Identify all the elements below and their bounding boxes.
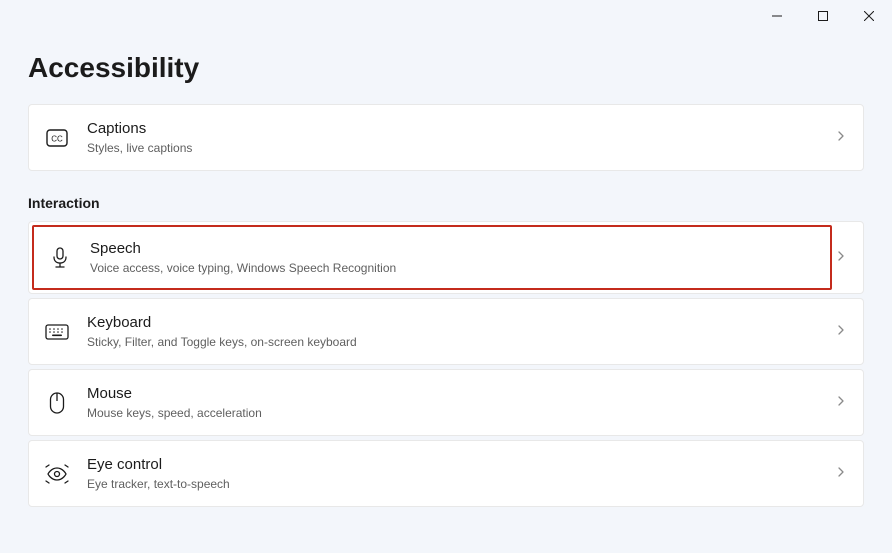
chevron-right-icon [835, 129, 847, 147]
chevron-right-icon [835, 323, 847, 341]
section-header-interaction: Interaction [28, 195, 864, 211]
card-desc: Voice access, voice typing, Windows Spee… [90, 260, 816, 276]
card-title: Mouse [87, 384, 835, 404]
card-text: Keyboard Sticky, Filter, and Toggle keys… [87, 313, 835, 350]
minimize-icon [772, 11, 782, 21]
keyboard-icon [45, 320, 69, 344]
card-desc: Eye tracker, text-to-speech [87, 476, 835, 492]
card-title: Speech [90, 239, 816, 259]
highlight-box: Speech Voice access, voice typing, Windo… [32, 225, 832, 290]
maximize-icon [818, 11, 828, 21]
card-desc: Styles, live captions [87, 140, 835, 156]
chevron-right-icon [835, 465, 847, 483]
settings-item-mouse[interactable]: Mouse Mouse keys, speed, acceleration [28, 369, 864, 436]
card-title: Eye control [87, 455, 835, 475]
card-desc: Sticky, Filter, and Toggle keys, on-scre… [87, 334, 835, 350]
card-title: Keyboard [87, 313, 835, 333]
captions-icon: CC [45, 126, 69, 150]
close-icon [864, 11, 874, 21]
svg-text:CC: CC [51, 134, 63, 143]
settings-item-eyecontrol[interactable]: Eye control Eye tracker, text-to-speech [28, 440, 864, 507]
card-text: Eye control Eye tracker, text-to-speech [87, 455, 835, 492]
settings-item-keyboard[interactable]: Keyboard Sticky, Filter, and Toggle keys… [28, 298, 864, 365]
card-title: Captions [87, 119, 835, 139]
window-controls [754, 0, 892, 32]
page-title: Accessibility [28, 52, 864, 84]
settings-item-captions[interactable]: CC Captions Styles, live captions [28, 104, 864, 171]
content-area: Accessibility CC Captions Styles, live c… [0, 52, 892, 507]
chevron-right-icon [835, 394, 847, 412]
settings-item-speech[interactable]: Speech Voice access, voice typing, Windo… [28, 221, 864, 294]
card-text: Captions Styles, live captions [87, 119, 835, 156]
microphone-icon [48, 246, 72, 270]
mouse-icon [45, 391, 69, 415]
chevron-right-icon [835, 249, 863, 267]
minimize-button[interactable] [754, 0, 800, 32]
eye-icon [45, 462, 69, 486]
card-text: Speech Voice access, voice typing, Windo… [90, 239, 816, 276]
card-desc: Mouse keys, speed, acceleration [87, 405, 835, 421]
card-text: Mouse Mouse keys, speed, acceleration [87, 384, 835, 421]
maximize-button[interactable] [800, 0, 846, 32]
close-button[interactable] [846, 0, 892, 32]
